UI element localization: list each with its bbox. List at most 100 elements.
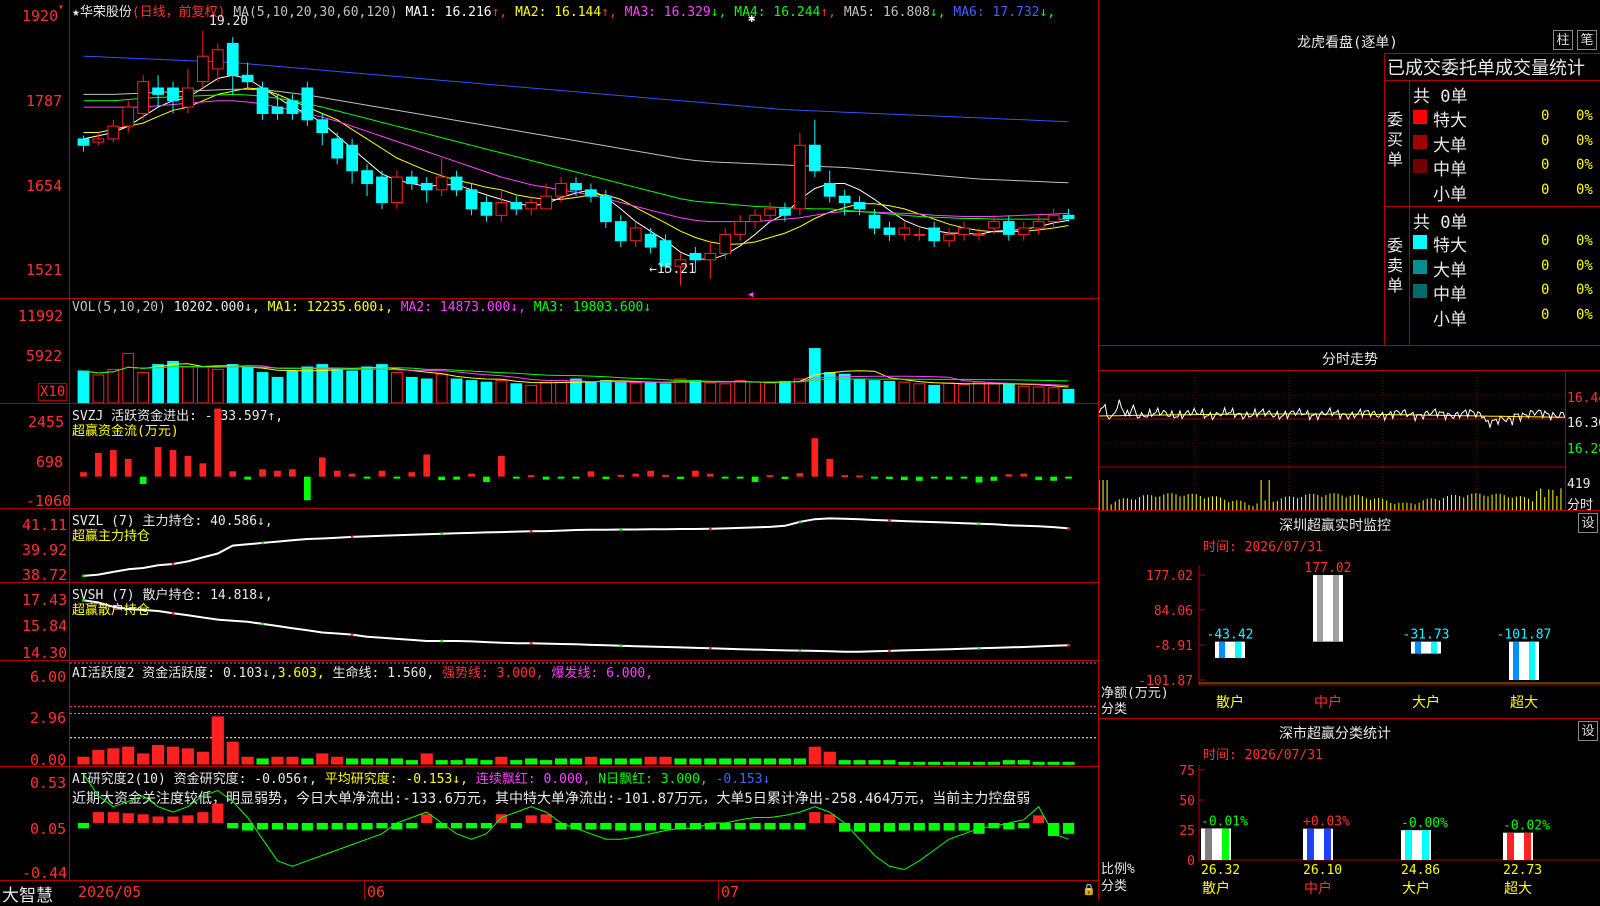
cls-bar-stripe	[1422, 830, 1429, 860]
activity-bar	[346, 758, 359, 765]
mon-settings-button[interactable]: 设	[1578, 513, 1598, 533]
research-bar	[779, 822, 791, 830]
order-count: 0	[1541, 181, 1550, 198]
flow-bar	[408, 472, 416, 477]
activity-bar	[778, 758, 792, 765]
cls-category: 中户	[1304, 880, 1332, 897]
vol-bar	[405, 376, 418, 403]
flow-bar	[677, 476, 684, 480]
research-bar	[451, 822, 463, 829]
activity-bar	[510, 760, 523, 765]
vol-bar	[913, 383, 926, 403]
flow-bar	[109, 450, 117, 477]
lock-icon[interactable]: 🔒	[1082, 883, 1096, 896]
mon-title: 深圳超赢实时监控	[1279, 518, 1391, 534]
flow-bar	[303, 476, 311, 501]
order-pct: 0%	[1576, 257, 1593, 274]
mon-bar-value: -31.73	[1403, 628, 1450, 643]
candle	[808, 144, 821, 172]
candle	[376, 176, 388, 204]
candle	[152, 87, 164, 95]
retail-position-chart[interactable]	[70, 583, 1098, 660]
sell-label: 委卖单	[1387, 236, 1404, 295]
ma-line-ma1	[83, 74, 1069, 261]
capital-flow-chart[interactable]	[70, 404, 1098, 508]
holding-dot	[798, 520, 802, 524]
candle	[1017, 227, 1030, 235]
activity-bar	[1002, 760, 1015, 765]
activity-bar	[271, 756, 284, 765]
vol-bar	[1017, 385, 1030, 403]
research-bar	[480, 822, 493, 829]
flow-bar	[557, 476, 565, 479]
activity-bar	[122, 746, 135, 765]
candle	[316, 119, 329, 134]
flow-bar	[945, 476, 953, 480]
candle	[555, 182, 567, 197]
flow-bar	[706, 473, 714, 477]
research-bar	[1033, 815, 1045, 823]
monitor-bar-chart[interactable]: 177.02 84.06 -8.91 -101.87 -43.42 散户 177.02 中户 -…	[1099, 555, 1600, 715]
vol-bar	[1047, 387, 1060, 403]
cls-ytick: 75	[1179, 764, 1195, 779]
cls-bar-stripe	[1307, 828, 1314, 860]
stat-title: 已成交委托单成交量统计	[1387, 58, 1585, 79]
candle	[943, 233, 956, 242]
order-count: 0	[1541, 108, 1550, 124]
research-bar	[928, 822, 940, 831]
flow-bar	[214, 408, 222, 477]
candle	[958, 227, 970, 235]
mon-bar-value: 177.02	[1305, 561, 1352, 576]
svzj-ytick-2: -1060	[26, 492, 72, 510]
class-bar-chart[interactable]: 75 50 25 0 -0.01% 26.32 散户 +0.03% 26.10 中户 -0.00% 2…	[1099, 760, 1600, 900]
brand-label: 大智慧	[2, 886, 53, 906]
main-force-position-chart[interactable]	[70, 509, 1098, 582]
vol-bar	[256, 372, 269, 403]
candle	[92, 138, 105, 143]
holding-dot	[529, 641, 533, 645]
research-bar	[256, 822, 269, 830]
flow-bar	[1065, 476, 1072, 479]
svsh-ytick-2: 14.30	[22, 644, 68, 662]
vol-bar	[734, 380, 747, 403]
mon-bar-stripe	[1431, 641, 1437, 654]
flow-bar	[468, 473, 475, 477]
svsh-ytick-0: 17.43	[22, 591, 68, 609]
activity-bar	[928, 761, 941, 765]
flow-bar	[886, 476, 893, 480]
activity-bar	[972, 761, 986, 765]
order-count: 0	[1541, 257, 1550, 274]
volume-chart[interactable]	[70, 299, 1098, 403]
candle	[749, 214, 761, 223]
cls-settings-button[interactable]: 设	[1578, 721, 1598, 741]
intraday-chart[interactable]	[1099, 371, 1565, 510]
vol-bar	[211, 368, 224, 403]
activity-bar	[554, 758, 568, 765]
ai-activity-chart[interactable]	[70, 661, 1098, 766]
research-bar	[301, 822, 313, 831]
ai-research-chart[interactable]	[70, 767, 1098, 880]
vol-bar	[704, 382, 717, 403]
vol-bar	[540, 381, 553, 403]
vol-bar	[868, 380, 881, 403]
activity-bar	[793, 758, 806, 765]
cls-bar-stripe	[1507, 832, 1514, 860]
fs-vol-tick: 419	[1567, 477, 1591, 492]
order-type: 小单	[1433, 184, 1467, 205]
main-ytick-2: 1654	[26, 177, 63, 195]
flow-bar	[259, 469, 266, 477]
holding-dot	[440, 532, 444, 536]
vol-bar	[465, 380, 478, 403]
vol-ytick-1: 5922	[26, 347, 63, 365]
candle	[405, 176, 418, 184]
fs-price-line	[1099, 399, 1565, 429]
main-ytick-3: 1521	[26, 261, 63, 279]
bar-mode-button[interactable]: 柱	[1553, 30, 1573, 50]
order-row: 大单 0 0%	[1411, 130, 1600, 156]
price-chart[interactable]	[70, 18, 1098, 298]
order-count: 0	[1541, 233, 1550, 249]
tick-mode-button[interactable]: 笔	[1577, 30, 1597, 50]
vol-bar	[301, 366, 314, 403]
vol-bar	[241, 366, 254, 403]
mon-bar	[1509, 641, 1539, 680]
